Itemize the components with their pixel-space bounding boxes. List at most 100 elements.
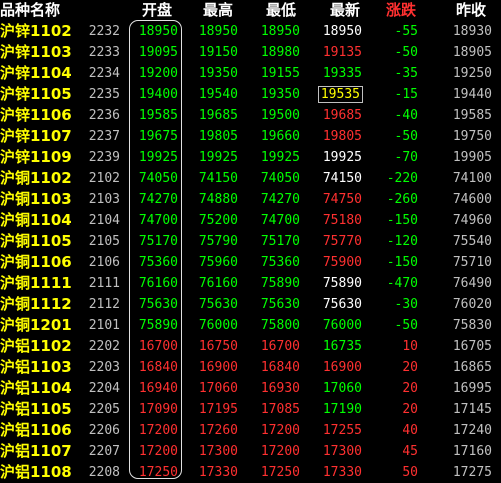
prev-close: 75540 <box>452 234 492 249</box>
header-high[interactable]: 最高 <box>203 0 233 21</box>
last-price: 17190 <box>322 402 362 417</box>
table-row[interactable]: 沪铝1105 2205 17090 17195 17085 17190 20 17145 <box>0 399 501 420</box>
instrument-code: 2205 <box>88 402 120 417</box>
last-price: 75180 <box>322 213 362 228</box>
change-value: -50 <box>394 129 418 144</box>
change-value: -40 <box>394 108 418 123</box>
table-row[interactable]: 沪铝1106 2206 17200 17260 17200 17255 40 17240 <box>0 420 501 441</box>
open-price: 74270 <box>138 192 178 207</box>
open-price: 16700 <box>138 339 178 354</box>
prev-close: 19440 <box>452 87 492 102</box>
table-row[interactable]: 沪铜1105 2105 75170 75790 75170 75770 -120 75540 <box>0 231 501 252</box>
low-price: 19350 <box>260 87 300 102</box>
table-row[interactable]: 沪铝1107 2207 17200 17300 17200 17300 45 17160 <box>0 441 501 462</box>
prev-close: 19905 <box>452 150 492 165</box>
high-price: 74880 <box>198 192 238 207</box>
instrument-name: 沪铜1111 <box>0 274 72 292</box>
prev-close: 76490 <box>452 276 492 291</box>
change-value: -470 <box>386 276 418 291</box>
low-price: 17085 <box>260 402 300 417</box>
instrument-code: 2232 <box>88 24 120 39</box>
low-price: 19500 <box>260 108 300 123</box>
table-header: 品种名称 开盘 最高 最低 最新 涨跌 昨收 <box>0 0 501 21</box>
open-price: 19585 <box>138 108 178 123</box>
instrument-name: 沪锌1109 <box>0 148 72 166</box>
header-prev-close[interactable]: 昨收 <box>456 0 486 21</box>
high-price: 19540 <box>198 87 238 102</box>
open-price: 19200 <box>138 66 178 81</box>
table-row[interactable]: 沪铜1111 2111 76160 76160 75890 75890 -470 76490 <box>0 273 501 294</box>
change-value: -30 <box>394 297 418 312</box>
table-row[interactable]: 沪铜1103 2103 74270 74880 74270 74750 -260 74600 <box>0 189 501 210</box>
header-name[interactable]: 品种名称 <box>0 0 60 21</box>
open-price: 19400 <box>138 87 178 102</box>
instrument-code: 2233 <box>88 45 120 60</box>
instrument-code: 2105 <box>88 234 120 249</box>
change-value: -35 <box>394 66 418 81</box>
change-value: 40 <box>402 423 418 438</box>
open-price: 74050 <box>138 171 178 186</box>
instrument-code: 2234 <box>88 66 120 81</box>
low-price: 74270 <box>260 192 300 207</box>
instrument-name: 沪铜1103 <box>0 190 72 208</box>
table-row[interactable]: 沪锌1102 2232 18950 18950 18950 18950 -55 18930 <box>0 21 501 42</box>
change-value: -150 <box>386 255 418 270</box>
high-price: 75790 <box>198 234 238 249</box>
table-row[interactable]: 沪锌1106 2236 19585 19685 19500 19685 -40 19585 <box>0 105 501 126</box>
table-row[interactable]: 沪铝1102 2202 16700 16750 16700 16735 10 16705 <box>0 336 501 357</box>
table-row[interactable]: 沪锌1107 2237 19675 19805 19660 19805 -50 19750 <box>0 126 501 147</box>
instrument-code: 2102 <box>88 171 120 186</box>
last-price: 17300 <box>322 444 362 459</box>
prev-close: 18905 <box>452 45 492 60</box>
low-price: 17200 <box>260 444 300 459</box>
low-price: 16840 <box>260 360 300 375</box>
prev-close: 19750 <box>452 129 492 144</box>
last-price: 16735 <box>322 339 362 354</box>
prev-close: 75710 <box>452 255 492 270</box>
high-price: 17060 <box>198 381 238 396</box>
low-price: 75170 <box>260 234 300 249</box>
change-value: -260 <box>386 192 418 207</box>
header-low[interactable]: 最低 <box>266 0 296 21</box>
last-price: 74150 <box>322 171 362 186</box>
table-row[interactable]: 沪铜1102 2102 74050 74150 74050 74150 -220 74100 <box>0 168 501 189</box>
table-row[interactable]: 沪铝1103 2203 16840 16900 16840 16900 20 16865 <box>0 357 501 378</box>
prev-close: 74100 <box>452 171 492 186</box>
low-price: 75630 <box>260 297 300 312</box>
instrument-code: 2203 <box>88 360 120 375</box>
high-price: 16900 <box>198 360 238 375</box>
instrument-name: 沪铝1107 <box>0 442 72 460</box>
selected-cell[interactable]: 19535 <box>317 86 364 103</box>
table-row[interactable]: 沪铜1201 2101 75890 76000 75800 76000 -50 75830 <box>0 315 501 336</box>
table-row[interactable]: 沪锌1109 2239 19925 19925 19925 19925 -70 19905 <box>0 147 501 168</box>
table-row[interactable]: 沪锌1103 2233 19095 19150 18980 19135 -50 18905 <box>0 42 501 63</box>
last-price: 76000 <box>322 318 362 333</box>
table-row[interactable]: 沪铜1106 2106 75360 75960 75360 75900 -150 75710 <box>0 252 501 273</box>
high-price: 19350 <box>198 66 238 81</box>
table-row[interactable]: 沪锌1104 2234 19200 19350 19155 19335 -35 19250 <box>0 63 501 84</box>
instrument-code: 2101 <box>88 318 120 333</box>
open-price: 19095 <box>138 45 178 60</box>
table-row[interactable]: 沪铜1104 2104 74700 75200 74700 75180 -150 74960 <box>0 210 501 231</box>
low-price: 19155 <box>260 66 300 81</box>
low-price: 18980 <box>260 45 300 60</box>
change-value: 20 <box>402 360 418 375</box>
header-open[interactable]: 开盘 <box>142 0 172 21</box>
last-price: 19805 <box>322 129 362 144</box>
instrument-name: 沪锌1103 <box>0 43 72 61</box>
change-value: 45 <box>402 444 418 459</box>
last-price: 17255 <box>322 423 362 438</box>
table-row[interactable]: 沪锌1105 2235 19400 19540 19350 19535 -15 19440 <box>0 84 501 105</box>
header-last[interactable]: 最新 <box>330 0 360 21</box>
table-row[interactable]: 沪铝1104 2204 16940 17060 16930 17060 20 16995 <box>0 378 501 399</box>
last-price: 19135 <box>322 45 362 60</box>
instrument-name: 沪铝1103 <box>0 358 72 376</box>
last-price: 17060 <box>322 381 362 396</box>
high-price: 75630 <box>198 297 238 312</box>
low-price: 16930 <box>260 381 300 396</box>
last-price: 19685 <box>322 108 362 123</box>
header-change[interactable]: 涨跌 <box>386 0 416 21</box>
open-price: 75890 <box>138 318 178 333</box>
last-price: 75890 <box>322 276 362 291</box>
table-row[interactable]: 沪铜1112 2112 75630 75630 75630 75630 -30 76020 <box>0 294 501 315</box>
